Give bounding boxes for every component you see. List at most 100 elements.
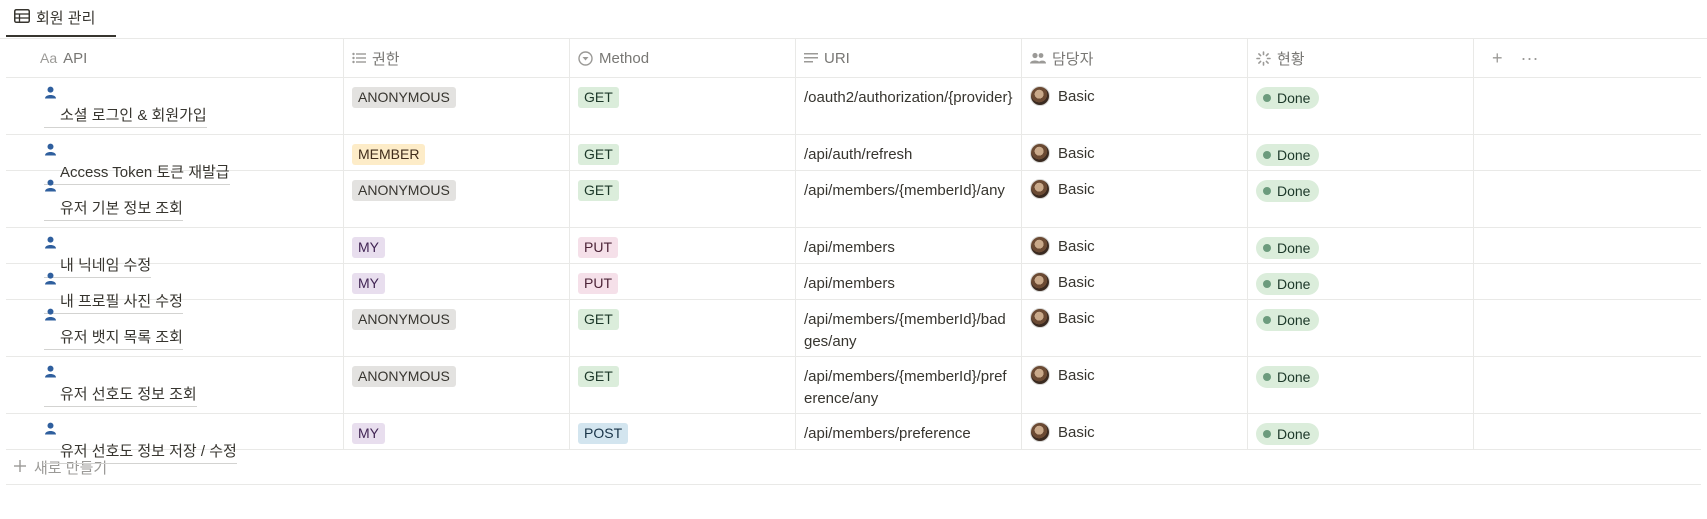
method-cell[interactable]: GET [570,78,796,134]
status-label: Done [1277,369,1311,385]
api-name[interactable]: 유저 선호도 정보 조회 [44,384,197,407]
column-header-status[interactable]: 현황 [1248,39,1474,77]
permission-cell[interactable]: MY [344,264,570,299]
table-row[interactable]: 내 프로필 사진 수정 MY PUT/api/members Basic Done [6,264,1701,314]
method-cell[interactable]: GET [570,171,796,227]
status-cell[interactable]: Done [1248,135,1474,170]
permission-cell[interactable]: MEMBER [344,135,570,170]
add-property-button[interactable]: + [1492,48,1503,69]
column-header-uri[interactable]: URI [796,39,1022,77]
method-cell[interactable]: GET [570,135,796,170]
uri-cell[interactable]: /api/members/{memberId}/badges/any [796,300,1022,356]
table-row[interactable]: 유저 뱃지 목록 조회 ANONYMOUS GET/api/members/{mem… [6,300,1701,357]
owner-cell[interactable]: Basic [1022,264,1248,299]
more-options-button[interactable]: ··· [1521,48,1539,69]
status-badge: Done [1256,366,1320,388]
api-name-cell[interactable]: 내 닉네임 수정 [6,228,344,278]
permission-cell[interactable]: ANONYMOUS [344,357,570,413]
status-label: Done [1277,276,1311,292]
status-dot [1263,430,1271,438]
table-row[interactable]: 유저 선호도 정보 조회 ANONYMOUS GET/api/members/{me… [6,357,1701,414]
method-cell[interactable]: POST [570,414,796,449]
table-row[interactable]: 내 닉네임 수정 MY PUT/api/members Basic Done [6,228,1701,278]
status-dot [1263,244,1271,252]
status-cell[interactable]: Done [1248,414,1474,449]
owner-name: Basic [1058,144,1095,162]
owner-name: Basic [1058,273,1095,291]
uri-cell[interactable]: /api/members/preference [796,414,1022,449]
owner-cell[interactable]: Basic [1022,357,1248,413]
api-name-cell[interactable]: 유저 선호도 정보 저장 / 수정 [6,414,344,464]
owner-cell[interactable]: Basic [1022,300,1248,356]
avatar [1030,236,1050,256]
avatar [1030,365,1050,385]
status-badge: Done [1256,87,1320,109]
status-cell[interactable]: Done [1248,171,1474,227]
column-header-owner[interactable]: 담당자 [1022,39,1248,77]
status-cell[interactable]: Done [1248,357,1474,413]
table-row[interactable]: 유저 기본 정보 조회 ANONYMOUS GET/api/members/{mem… [6,171,1701,228]
owner-cell[interactable]: Basic [1022,171,1248,227]
uri-cell[interactable]: /api/auth/refresh [796,135,1022,170]
table-row[interactable]: Access Token 토큰 재발급 MEMBER GET/api/auth/re… [6,135,1701,185]
api-name-cell[interactable]: 유저 선호도 정보 조회 [6,357,344,413]
permission-cell[interactable]: ANONYMOUS [344,171,570,227]
uri-cell[interactable]: /oauth2/authorization/{provider} [796,78,1022,134]
uri-cell[interactable]: /api/members/{memberId}/preference/any [796,357,1022,413]
permission-cell[interactable]: MY [344,228,570,263]
api-name[interactable]: 소셜 로그인 & 회원가입 [44,105,207,128]
owner-cell[interactable]: Basic [1022,228,1248,263]
method-cell[interactable]: PUT [570,264,796,299]
api-name[interactable]: 유저 선호도 정보 저장 / 수정 [44,441,237,464]
status-dot [1263,316,1271,324]
permission-cell[interactable]: ANONYMOUS [344,300,570,356]
table-header-row: Aa API 권한 Method URI 담당자 현황 + ··· [6,39,1701,78]
person-icon [44,143,57,160]
column-label: API [63,49,88,67]
uri-cell[interactable]: /api/members [796,228,1022,263]
table-row[interactable]: 소셜 로그인 & 회원가입 ANONYMOUS GET/oauth2/authori… [6,78,1701,135]
api-name-cell[interactable]: 내 프로필 사진 수정 [6,264,344,314]
status-cell[interactable]: Done [1248,228,1474,263]
owner-cell[interactable]: Basic [1022,414,1248,449]
column-label: Method [599,49,650,67]
method-cell[interactable]: GET [570,357,796,413]
owner-cell[interactable]: Basic [1022,78,1248,134]
status-cell[interactable]: Done [1248,78,1474,134]
status-dot [1263,280,1271,288]
permission-tag: MY [352,237,385,258]
status-dot [1263,94,1271,102]
method-tag: PUT [578,237,618,258]
permission-cell[interactable]: MY [344,414,570,449]
permission-cell[interactable]: ANONYMOUS [344,78,570,134]
status-dot [1263,373,1271,381]
status-cell[interactable]: Done [1248,300,1474,356]
api-name-cell[interactable]: 유저 기본 정보 조회 [6,171,344,227]
tab-members-table[interactable]: 회원 관리 [6,0,116,37]
permission-tag: MY [352,273,385,294]
api-name-cell[interactable]: 소셜 로그인 & 회원가입 [6,78,344,134]
people-icon [1030,52,1046,64]
avatar [1030,422,1050,442]
api-name-cell[interactable]: 유저 뱃지 목록 조회 [6,300,344,356]
column-header-api[interactable]: Aa API [6,39,344,77]
column-label: 권한 [372,50,400,68]
status-cell[interactable]: Done [1248,264,1474,299]
table-row[interactable]: 유저 선호도 정보 저장 / 수정 MY POST/api/members/pref… [6,414,1701,464]
empty-cell [1474,135,1701,170]
method-cell[interactable]: PUT [570,228,796,263]
column-header-method[interactable]: Method [570,39,796,77]
api-name[interactable]: 유저 뱃지 목록 조회 [44,327,183,350]
method-tag: POST [578,423,629,444]
permission-tag: MY [352,423,385,444]
uri-cell[interactable]: /api/members/{memberId}/any [796,171,1022,227]
status-badge: Done [1256,309,1320,331]
uri-cell[interactable]: /api/members [796,264,1022,299]
column-header-permission[interactable]: 권한 [344,39,570,77]
method-cell[interactable]: GET [570,300,796,356]
api-name-cell[interactable]: Access Token 토큰 재발급 [6,135,344,185]
owner-cell[interactable]: Basic [1022,135,1248,170]
uri-text: /oauth2/authorization/{provider} [804,89,1013,106]
api-name[interactable]: 유저 기본 정보 조회 [44,198,183,221]
owner-name: Basic [1058,180,1095,198]
